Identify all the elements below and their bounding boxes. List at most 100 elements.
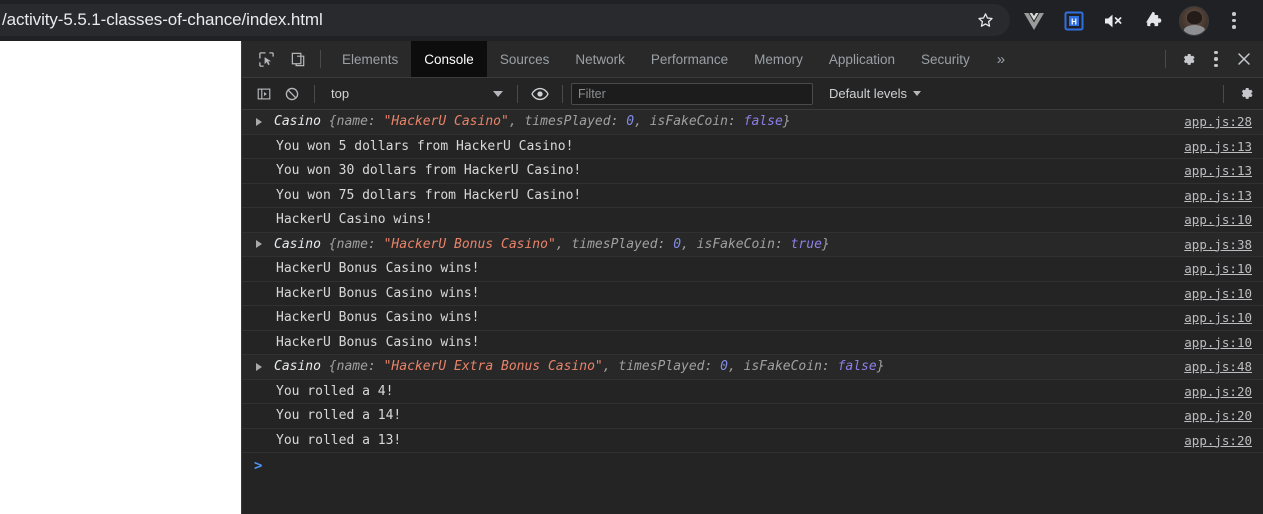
console-row[interactable]: You won 30 dollars from HackerU Casino! a… <box>242 159 1263 184</box>
devtools-tool-icons <box>242 45 312 73</box>
expand-triangle-icon[interactable] <box>252 363 266 371</box>
console-message-text: You won 75 dollars from HackerU Casino! <box>276 187 582 203</box>
console-row[interactable]: Casino {name: "HackerU Casino", timesPla… <box>242 110 1263 135</box>
source-location-link[interactable]: app.js:13 <box>1184 188 1252 203</box>
object-comma: , <box>602 359 619 375</box>
console-message-text: HackerU Bonus Casino wins! <box>276 334 480 350</box>
object-property-key: timesPlayed: <box>571 236 674 252</box>
object-comma: , <box>634 114 650 130</box>
object-preview: Casino {name: "HackerU Extra Bonus Casin… <box>266 359 885 374</box>
execution-context-label: top <box>331 86 350 101</box>
tab-muted-icon[interactable] <box>1094 0 1134 41</box>
svg-text:H: H <box>1071 17 1077 26</box>
more-tabs-chevron-icon[interactable]: » <box>983 41 1019 77</box>
console-row-content: You won 30 dollars from HackerU Casino! <box>252 163 1184 178</box>
profile-avatar[interactable] <box>1174 0 1214 41</box>
extension-blue-icon[interactable]: H <box>1054 0 1094 41</box>
object-property-value: 0 <box>673 236 682 252</box>
address-bar[interactable]: /activity-5.5.1-classes-of-chance/index.… <box>0 4 1010 36</box>
address-bar-url[interactable]: /activity-5.5.1-classes-of-chance/index.… <box>0 10 964 30</box>
console-sidebar-icon[interactable] <box>250 80 278 108</box>
source-location-link[interactable]: app.js:10 <box>1184 286 1252 301</box>
console-row[interactable]: You rolled a 4! app.js:20 <box>242 380 1263 404</box>
source-location-link[interactable]: app.js:20 <box>1184 408 1252 423</box>
console-message-text: HackerU Bonus Casino wins! <box>276 261 480 277</box>
devtools-panel: Elements Console Sources Network Perform… <box>241 41 1263 514</box>
console-row[interactable]: You won 5 dollars from HackerU Casino! ap… <box>242 135 1263 159</box>
clear-console-icon[interactable] <box>278 80 306 108</box>
console-row[interactable]: HackerU Casino wins! app.js:10 <box>242 208 1263 233</box>
filter-input[interactable] <box>571 82 813 105</box>
console-row-content: HackerU Bonus Casino wins! <box>252 286 1184 301</box>
bookmark-star-icon[interactable] <box>964 4 1006 36</box>
source-location-link[interactable]: app.js:38 <box>1184 237 1252 252</box>
object-preview: Casino {name: "HackerU Bonus Casino", ti… <box>266 237 830 252</box>
console-row[interactable]: Casino {name: "HackerU Bonus Casino", ti… <box>242 232 1263 257</box>
object-property-value: false <box>743 114 783 130</box>
extensions-puzzle-icon[interactable] <box>1134 0 1174 41</box>
source-location-link[interactable]: app.js:28 <box>1184 114 1252 129</box>
console-message-text: You rolled a 13! <box>276 432 402 448</box>
console-row[interactable]: You won 75 dollars from HackerU Casino! a… <box>242 184 1263 208</box>
gear-icon[interactable] <box>1174 45 1202 73</box>
tab-performance[interactable]: Performance <box>638 41 741 77</box>
tab-memory[interactable]: Memory <box>741 41 816 77</box>
object-property-value: 0 <box>626 114 635 130</box>
toolbar-divider <box>320 50 321 68</box>
inspect-element-icon[interactable] <box>252 45 280 73</box>
console-row[interactable]: You rolled a 14! app.js:20 <box>242 404 1263 429</box>
tab-elements[interactable]: Elements <box>329 41 411 77</box>
object-property-key: timesPlayed: <box>618 359 721 375</box>
tab-application[interactable]: Application <box>816 41 908 77</box>
console-row[interactable]: HackerU Bonus Casino wins! app.js:10 <box>242 306 1263 331</box>
close-icon[interactable] <box>1230 45 1258 73</box>
console-message-text: You won 30 dollars from HackerU Casino! <box>276 163 582 179</box>
kebab-menu-icon[interactable] <box>1202 45 1230 73</box>
object-class-name: Casino <box>274 114 329 130</box>
vue-devtools-icon[interactable] <box>1014 0 1054 41</box>
object-property-value: "HackerU Bonus Casino" <box>383 236 556 252</box>
log-levels-select[interactable]: Default levels <box>821 86 929 101</box>
kebab-dots <box>1232 12 1236 29</box>
live-expression-eye-icon[interactable] <box>526 80 554 108</box>
console-row[interactable]: HackerU Bonus Casino wins! app.js:10 <box>242 257 1263 282</box>
object-property-key: name: <box>336 359 384 375</box>
source-location-link[interactable]: app.js:20 <box>1184 433 1252 448</box>
object-property-key: isFakeCoin: <box>649 114 744 130</box>
console-row[interactable]: You rolled a 13! app.js:20 <box>242 429 1263 453</box>
console-row[interactable]: HackerU Bonus Casino wins! app.js:10 <box>242 331 1263 355</box>
source-location-link[interactable]: app.js:48 <box>1184 359 1252 374</box>
console-row-content: You rolled a 14! <box>252 408 1184 423</box>
log-levels-label: Default levels <box>829 86 908 101</box>
object-property-value: false <box>837 359 877 375</box>
tab-network[interactable]: Network <box>562 41 638 77</box>
console-row[interactable]: HackerU Bonus Casino wins! app.js:10 <box>242 282 1263 306</box>
console-settings-gear-icon[interactable] <box>1232 80 1260 108</box>
console-message-text: HackerU Bonus Casino wins! <box>276 310 480 326</box>
execution-context-select[interactable]: top <box>323 83 509 105</box>
console-prompt[interactable]: > <box>242 453 1263 485</box>
object-property-key: timesPlayed: <box>524 114 627 130</box>
toggle-device-toolbar-icon[interactable] <box>284 45 312 73</box>
console-row-content: Casino {name: "HackerU Bonus Casino", ti… <box>252 237 1184 252</box>
tabbar-actions-divider <box>1165 50 1166 68</box>
browser-toolbar: /activity-5.5.1-classes-of-chance/index.… <box>0 0 1263 41</box>
source-location-link[interactable]: app.js:10 <box>1184 212 1252 227</box>
tab-security[interactable]: Security <box>908 41 983 77</box>
expand-triangle-icon[interactable] <box>252 118 266 126</box>
console-message-list[interactable]: Casino {name: "HackerU Casino", timesPla… <box>242 110 1263 514</box>
object-brace-close: } <box>782 114 791 130</box>
source-location-link[interactable]: app.js:13 <box>1184 163 1252 178</box>
console-row[interactable]: Casino {name: "HackerU Extra Bonus Casin… <box>242 355 1263 380</box>
source-location-link[interactable]: app.js:13 <box>1184 139 1252 154</box>
source-location-link[interactable]: app.js:10 <box>1184 261 1252 276</box>
expand-triangle-icon[interactable] <box>252 240 266 248</box>
source-location-link[interactable]: app.js:10 <box>1184 310 1252 325</box>
devtools-tabs: Elements Console Sources Network Perform… <box>329 41 1019 77</box>
source-location-link[interactable]: app.js:20 <box>1184 384 1252 399</box>
chrome-menu-icon[interactable] <box>1214 0 1254 41</box>
tab-sources[interactable]: Sources <box>487 41 563 77</box>
tab-console[interactable]: Console <box>411 41 487 77</box>
source-location-link[interactable]: app.js:10 <box>1184 335 1252 350</box>
object-comma: , <box>681 236 697 252</box>
